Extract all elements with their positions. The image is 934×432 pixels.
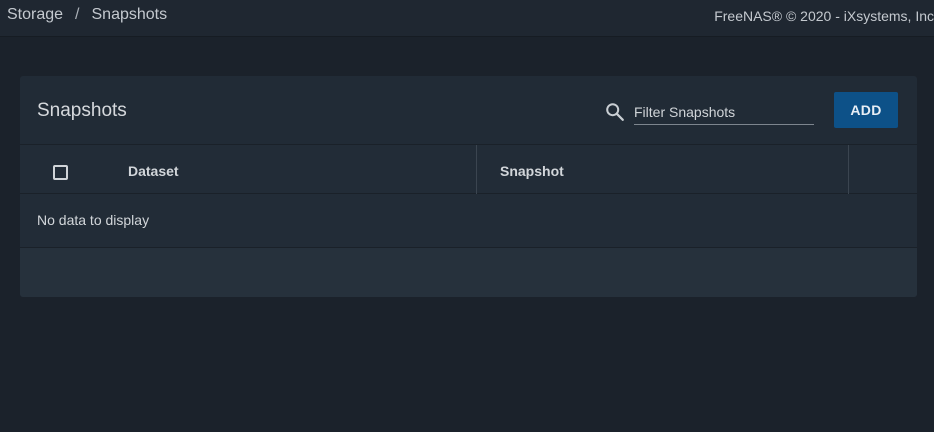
add-button[interactable]: ADD	[834, 92, 898, 128]
column-header-dataset[interactable]: Dataset	[128, 163, 179, 179]
column-divider[interactable]	[848, 145, 849, 194]
empty-table-row: No data to display	[20, 194, 917, 248]
breadcrumb-item-storage[interactable]: Storage	[7, 6, 63, 23]
top-bar: Storage / Snapshots FreeNAS® © 2020 - iXsy…	[0, 0, 934, 37]
search-icon	[606, 103, 624, 121]
table-header: Dataset Snapshot	[20, 144, 917, 194]
table-footer	[20, 248, 917, 297]
breadcrumb-separator: /	[75, 6, 80, 23]
column-header-snapshot[interactable]: Snapshot	[500, 163, 564, 179]
select-all-checkbox[interactable]	[53, 165, 68, 180]
snapshots-card: Snapshots ADD Dataset Snapshot No data t…	[20, 76, 917, 297]
filter-snapshots-input[interactable]	[634, 100, 814, 125]
empty-state-text: No data to display	[37, 212, 150, 228]
page-title: Snapshots	[37, 100, 127, 121]
breadcrumb-item-snapshots: Snapshots	[91, 6, 168, 23]
breadcrumb: Storage / Snapshots	[7, 6, 167, 24]
copyright-text: FreeNAS® © 2020 - iXsystems, Inc	[714, 8, 934, 24]
column-divider[interactable]	[476, 145, 477, 194]
